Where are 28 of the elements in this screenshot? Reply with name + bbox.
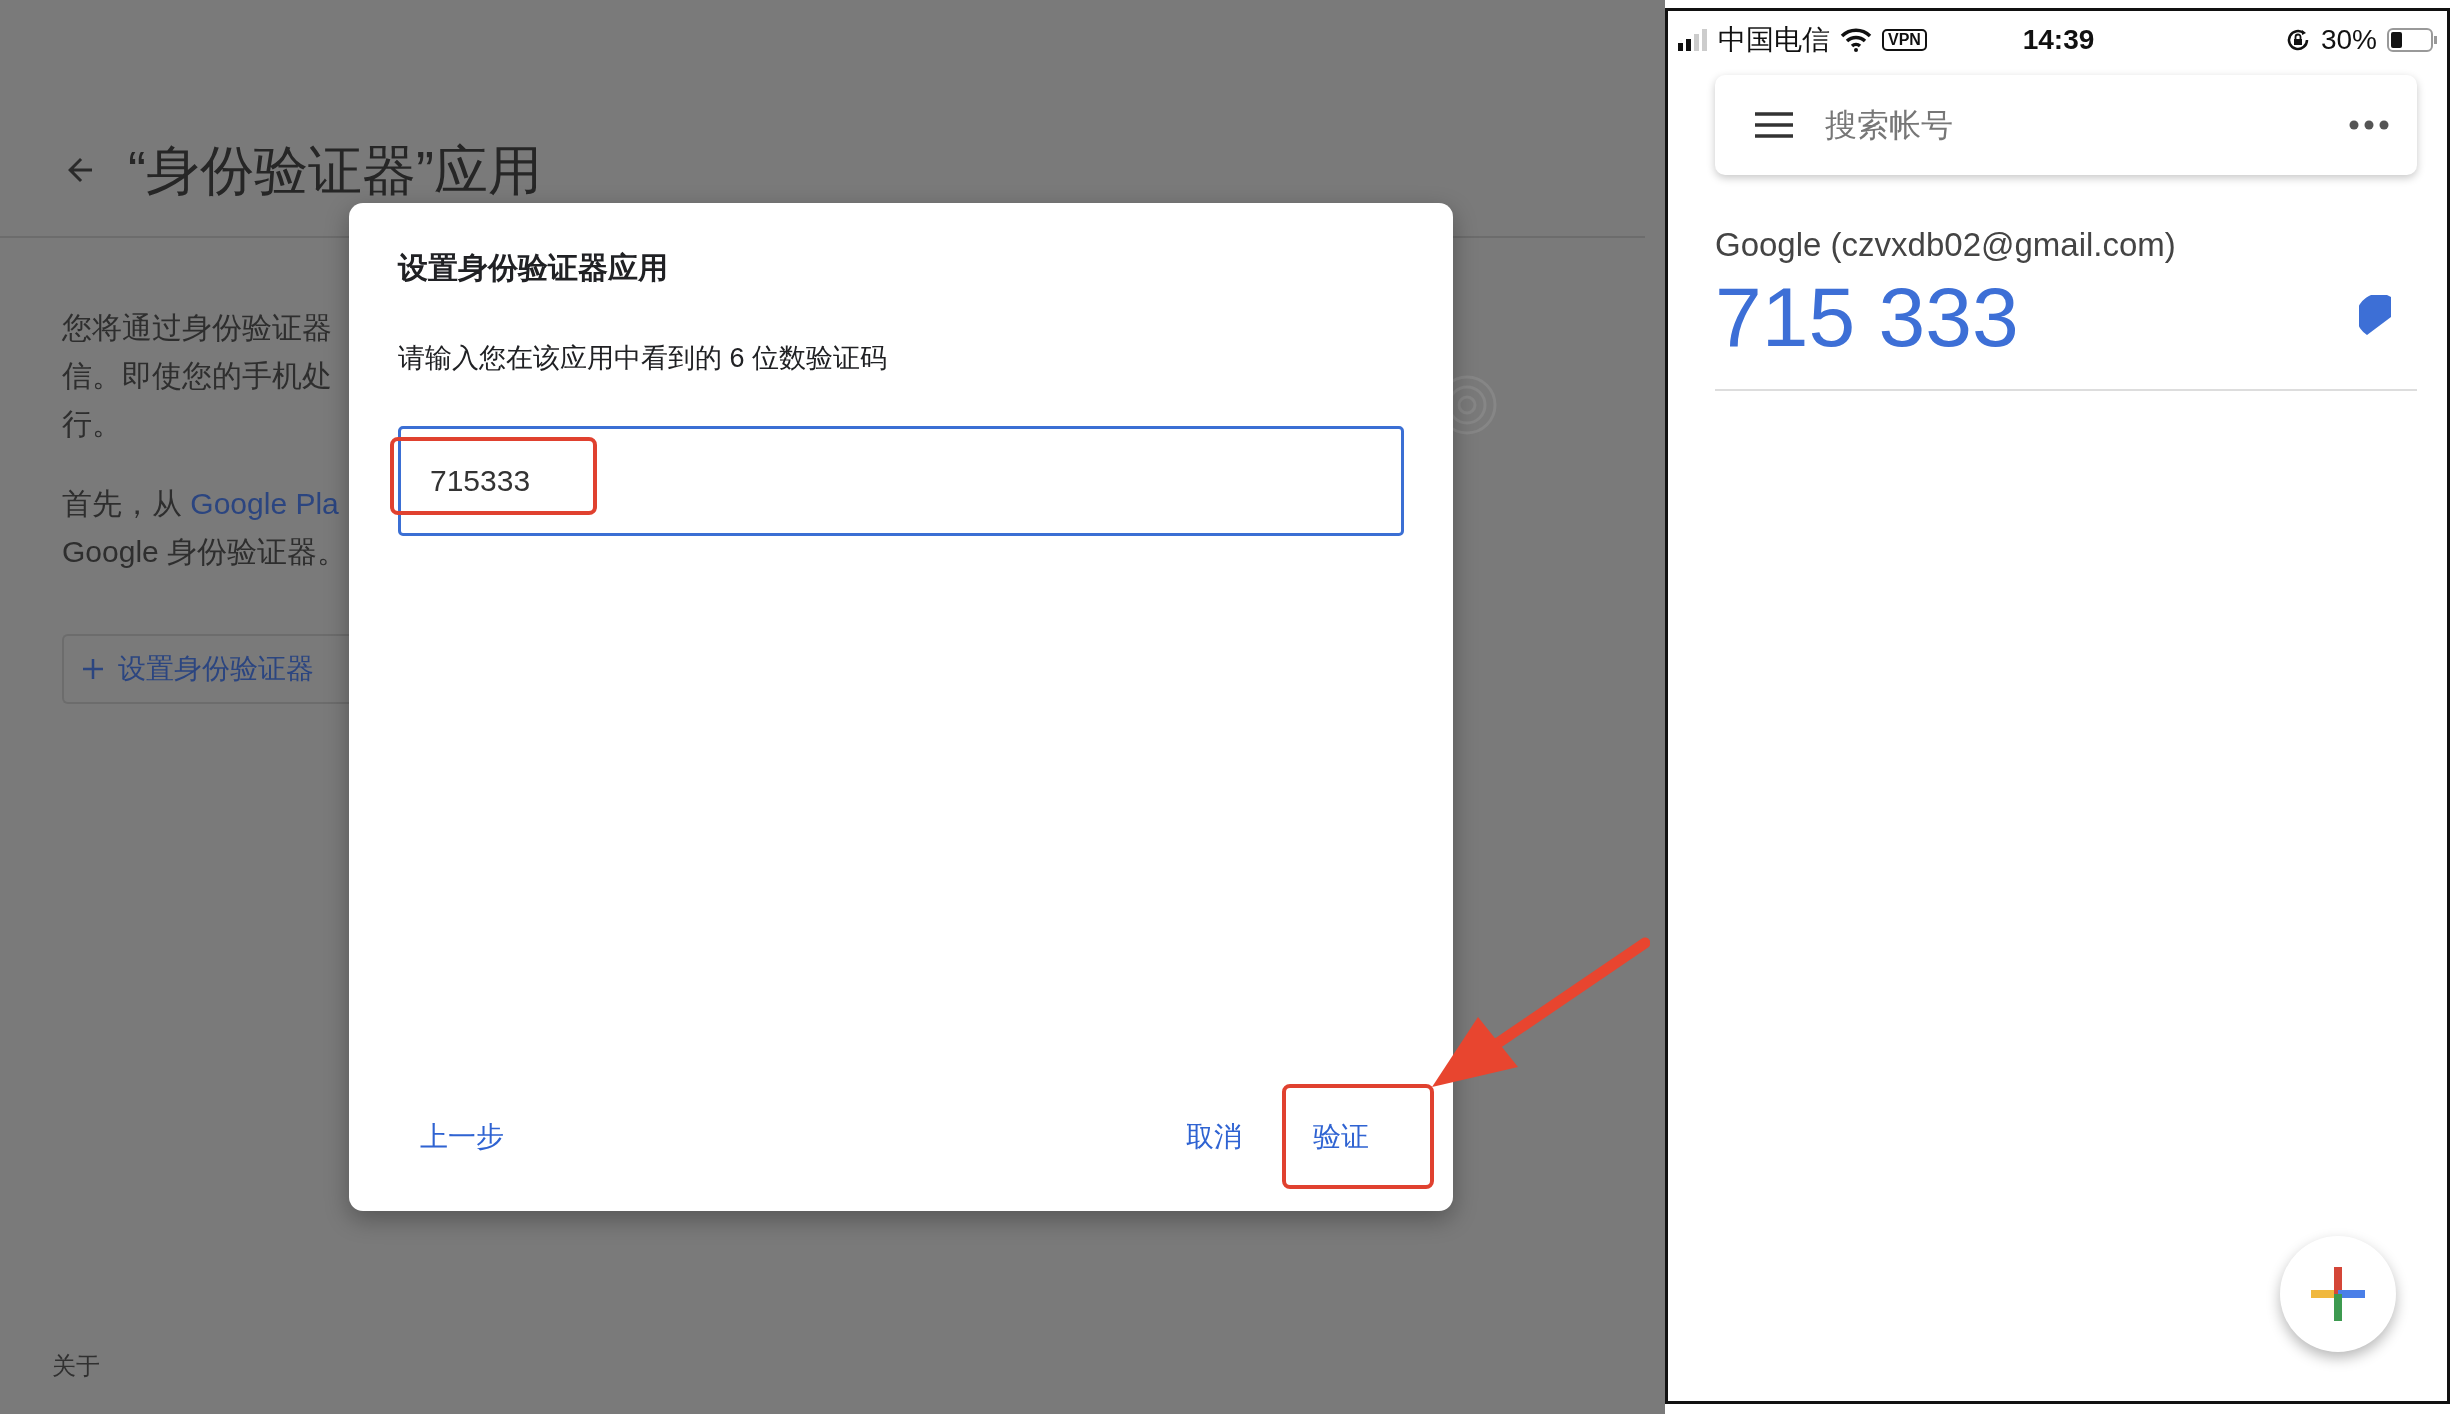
vpn-badge: VPN (1882, 29, 1927, 51)
code-input-field[interactable]: 715333 (398, 426, 1404, 536)
add-button[interactable] (2280, 1236, 2396, 1352)
page-title: “身份验证器”应用 (128, 139, 542, 202)
dialog-button[interactable]: 验证 (1282, 1084, 1434, 1189)
dialog-instruction: 请输入您在该应用中看到的 6 位数验证码 (398, 342, 889, 375)
plus-icon (82, 658, 104, 680)
menu-icon[interactable] (1755, 112, 1793, 138)
plus-icon (2311, 1267, 2365, 1321)
dialog-button[interactable]: 上一步 (398, 1084, 526, 1189)
description-line: Google 身份验证器。 (62, 534, 348, 570)
description-line: 信。即使您的手机处 (62, 358, 332, 394)
signal-icon (1678, 29, 1708, 51)
about-link[interactable]: 关于 (52, 1350, 100, 1382)
description-line: 首先，从 Google Pla (62, 486, 339, 522)
battery-icon (2387, 28, 2439, 52)
description-line: 您将通过身份验证器 (62, 310, 332, 346)
search-field[interactable]: 搜索帐号 (1823, 105, 2319, 145)
status-time: 14:39 (2022, 24, 2095, 56)
description-line: 行。 (62, 406, 122, 442)
account-name: Google (czvxdb02@gmail.com) (1715, 225, 2177, 265)
more-icon[interactable] (2349, 120, 2389, 130)
battery-percent: 30% (2320, 24, 2377, 56)
wifi-icon (1840, 28, 1872, 52)
dialog-button[interactable]: 取消 (1164, 1084, 1264, 1189)
verification-code: 715 333 (1715, 269, 2019, 366)
carrier-name: 中国电信 (1718, 23, 1830, 57)
dialog-title: 设置身份验证器应用 (398, 250, 669, 286)
